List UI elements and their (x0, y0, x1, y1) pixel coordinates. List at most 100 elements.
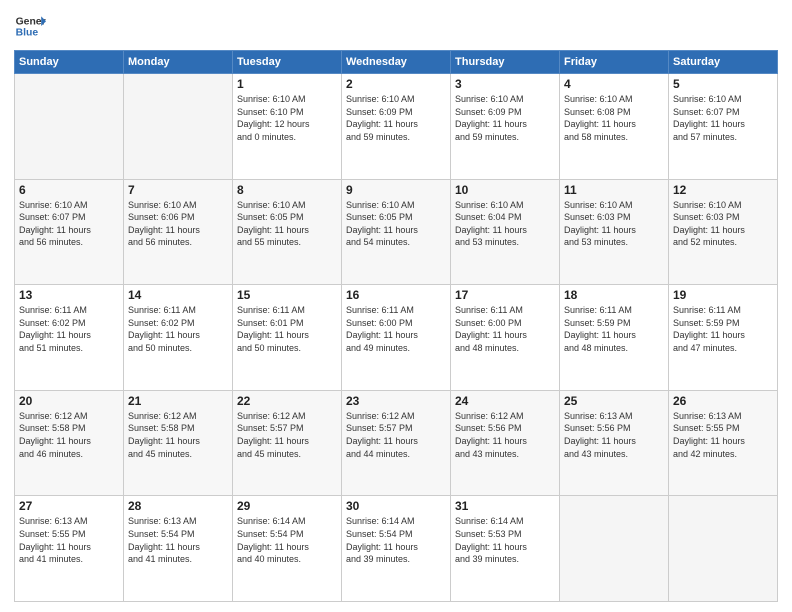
calendar-cell: 13 Sunrise: 6:11 AM Sunset: 6:02 PM Dayli… (15, 285, 124, 391)
day-info: Sunrise: 6:14 AM Sunset: 5:53 PM Dayligh… (455, 515, 555, 565)
day-info: Sunrise: 6:12 AM Sunset: 5:56 PM Dayligh… (455, 410, 555, 460)
header: General Blue (14, 10, 778, 42)
calendar-body: 1 Sunrise: 6:10 AM Sunset: 6:10 PM Daylig… (15, 74, 778, 602)
day-number: 23 (346, 394, 446, 408)
calendar-cell: 20Sunrise: 6:12 AM Sunset: 5:58 PM Dayli… (15, 390, 124, 496)
day-number: 1 (237, 77, 337, 91)
day-number: 21 (128, 394, 228, 408)
day-number: 30 (346, 499, 446, 513)
day-number: 9 (346, 183, 446, 197)
calendar-week-4: 20Sunrise: 6:12 AM Sunset: 5:58 PM Dayli… (15, 390, 778, 496)
calendar-cell: 28Sunrise: 6:13 AM Sunset: 5:54 PM Dayli… (124, 496, 233, 602)
day-info: Sunrise: 6:11 AM Sunset: 5:59 PM Dayligh… (564, 304, 664, 354)
day-number: 17 (455, 288, 555, 302)
day-number: 27 (19, 499, 119, 513)
calendar-cell: 30 Sunrise: 6:14 AM Sunset: 5:54 PM Dayli… (342, 496, 451, 602)
day-info: Sunrise: 6:10 AM Sunset: 6:07 PM Dayligh… (673, 93, 773, 143)
day-info: Sunrise: 6:10 AM Sunset: 6:03 PM Dayligh… (673, 199, 773, 249)
day-info: Sunrise: 6:10 AM Sunset: 6:07 PM Dayligh… (19, 199, 119, 249)
svg-text:Blue: Blue (16, 28, 39, 39)
calendar-week-5: 27Sunrise: 6:13 AM Sunset: 5:55 PM Dayli… (15, 496, 778, 602)
calendar-cell: 14 Sunrise: 6:11 AM Sunset: 6:02 PM Dayli… (124, 285, 233, 391)
day-number: 24 (455, 394, 555, 408)
day-info: Sunrise: 6:14 AM Sunset: 5:54 PM Dayligh… (237, 515, 337, 565)
calendar-week-3: 13 Sunrise: 6:11 AM Sunset: 6:02 PM Dayli… (15, 285, 778, 391)
day-info: Sunrise: 6:10 AM Sunset: 6:10 PM Dayligh… (237, 93, 337, 143)
logo: General Blue (14, 10, 46, 42)
calendar-week-2: 6Sunrise: 6:10 AM Sunset: 6:07 PM Daylig… (15, 179, 778, 285)
calendar-cell (669, 496, 778, 602)
calendar-cell: 2 Sunrise: 6:10 AM Sunset: 6:09 PM Daylig… (342, 74, 451, 180)
calendar-cell: 21Sunrise: 6:12 AM Sunset: 5:58 PM Dayli… (124, 390, 233, 496)
weekday-header-sunday: Sunday (15, 51, 124, 74)
day-info: Sunrise: 6:10 AM Sunset: 6:04 PM Dayligh… (455, 199, 555, 249)
calendar-cell: 19 Sunrise: 6:11 AM Sunset: 5:59 PM Dayli… (669, 285, 778, 391)
day-number: 4 (564, 77, 664, 91)
day-number: 5 (673, 77, 773, 91)
day-number: 7 (128, 183, 228, 197)
calendar-cell (15, 74, 124, 180)
day-number: 10 (455, 183, 555, 197)
calendar-cell: 10 Sunrise: 6:10 AM Sunset: 6:04 PM Dayli… (451, 179, 560, 285)
day-number: 13 (19, 288, 119, 302)
calendar-header: SundayMondayTuesdayWednesdayThursdayFrid… (15, 51, 778, 74)
day-info: Sunrise: 6:10 AM Sunset: 6:09 PM Dayligh… (455, 93, 555, 143)
calendar-cell: 15Sunrise: 6:11 AM Sunset: 6:01 PM Dayli… (233, 285, 342, 391)
weekday-header-saturday: Saturday (669, 51, 778, 74)
day-info: Sunrise: 6:14 AM Sunset: 5:54 PM Dayligh… (346, 515, 446, 565)
day-info: Sunrise: 6:10 AM Sunset: 6:03 PM Dayligh… (564, 199, 664, 249)
day-number: 11 (564, 183, 664, 197)
day-info: Sunrise: 6:13 AM Sunset: 5:56 PM Dayligh… (564, 410, 664, 460)
day-number: 15 (237, 288, 337, 302)
day-info: Sunrise: 6:11 AM Sunset: 6:02 PM Dayligh… (19, 304, 119, 354)
calendar-cell: 9 Sunrise: 6:10 AM Sunset: 6:05 PM Daylig… (342, 179, 451, 285)
day-number: 22 (237, 394, 337, 408)
calendar-cell: 18Sunrise: 6:11 AM Sunset: 5:59 PM Dayli… (560, 285, 669, 391)
day-info: Sunrise: 6:11 AM Sunset: 6:00 PM Dayligh… (346, 304, 446, 354)
logo-icon: General Blue (14, 10, 46, 42)
calendar-cell: 23Sunrise: 6:12 AM Sunset: 5:57 PM Dayli… (342, 390, 451, 496)
day-number: 20 (19, 394, 119, 408)
weekday-header-thursday: Thursday (451, 51, 560, 74)
calendar-cell: 12 Sunrise: 6:10 AM Sunset: 6:03 PM Dayli… (669, 179, 778, 285)
day-number: 19 (673, 288, 773, 302)
day-number: 29 (237, 499, 337, 513)
calendar-cell: 31Sunrise: 6:14 AM Sunset: 5:53 PM Dayli… (451, 496, 560, 602)
weekday-header-monday: Monday (124, 51, 233, 74)
weekday-header-row: SundayMondayTuesdayWednesdayThursdayFrid… (15, 51, 778, 74)
calendar-cell (124, 74, 233, 180)
calendar-cell: 27Sunrise: 6:13 AM Sunset: 5:55 PM Dayli… (15, 496, 124, 602)
day-info: Sunrise: 6:13 AM Sunset: 5:55 PM Dayligh… (673, 410, 773, 460)
day-number: 16 (346, 288, 446, 302)
calendar-cell (560, 496, 669, 602)
day-info: Sunrise: 6:10 AM Sunset: 6:05 PM Dayligh… (346, 199, 446, 249)
day-number: 26 (673, 394, 773, 408)
day-info: Sunrise: 6:10 AM Sunset: 6:08 PM Dayligh… (564, 93, 664, 143)
day-number: 8 (237, 183, 337, 197)
calendar-cell: 6Sunrise: 6:10 AM Sunset: 6:07 PM Daylig… (15, 179, 124, 285)
calendar-cell: 8 Sunrise: 6:10 AM Sunset: 6:05 PM Daylig… (233, 179, 342, 285)
day-number: 28 (128, 499, 228, 513)
calendar-table: SundayMondayTuesdayWednesdayThursdayFrid… (14, 50, 778, 602)
calendar-cell: 16 Sunrise: 6:11 AM Sunset: 6:00 PM Dayli… (342, 285, 451, 391)
day-info: Sunrise: 6:12 AM Sunset: 5:57 PM Dayligh… (237, 410, 337, 460)
day-number: 12 (673, 183, 773, 197)
day-info: Sunrise: 6:10 AM Sunset: 6:05 PM Dayligh… (237, 199, 337, 249)
day-number: 2 (346, 77, 446, 91)
calendar-cell: 24 Sunrise: 6:12 AM Sunset: 5:56 PM Dayli… (451, 390, 560, 496)
calendar-cell: 1 Sunrise: 6:10 AM Sunset: 6:10 PM Daylig… (233, 74, 342, 180)
day-info: Sunrise: 6:11 AM Sunset: 6:00 PM Dayligh… (455, 304, 555, 354)
day-number: 25 (564, 394, 664, 408)
calendar-cell: 7 Sunrise: 6:10 AM Sunset: 6:06 PM Daylig… (124, 179, 233, 285)
weekday-header-friday: Friday (560, 51, 669, 74)
calendar-cell: 4 Sunrise: 6:10 AM Sunset: 6:08 PM Daylig… (560, 74, 669, 180)
day-info: Sunrise: 6:10 AM Sunset: 6:06 PM Dayligh… (128, 199, 228, 249)
weekday-header-tuesday: Tuesday (233, 51, 342, 74)
day-info: Sunrise: 6:11 AM Sunset: 5:59 PM Dayligh… (673, 304, 773, 354)
weekday-header-wednesday: Wednesday (342, 51, 451, 74)
day-number: 14 (128, 288, 228, 302)
calendar-cell: 17 Sunrise: 6:11 AM Sunset: 6:00 PM Dayli… (451, 285, 560, 391)
day-info: Sunrise: 6:11 AM Sunset: 6:02 PM Dayligh… (128, 304, 228, 354)
calendar-container: General Blue SundayMondayTuesdayWednesda… (0, 0, 792, 612)
day-info: Sunrise: 6:10 AM Sunset: 6:09 PM Dayligh… (346, 93, 446, 143)
